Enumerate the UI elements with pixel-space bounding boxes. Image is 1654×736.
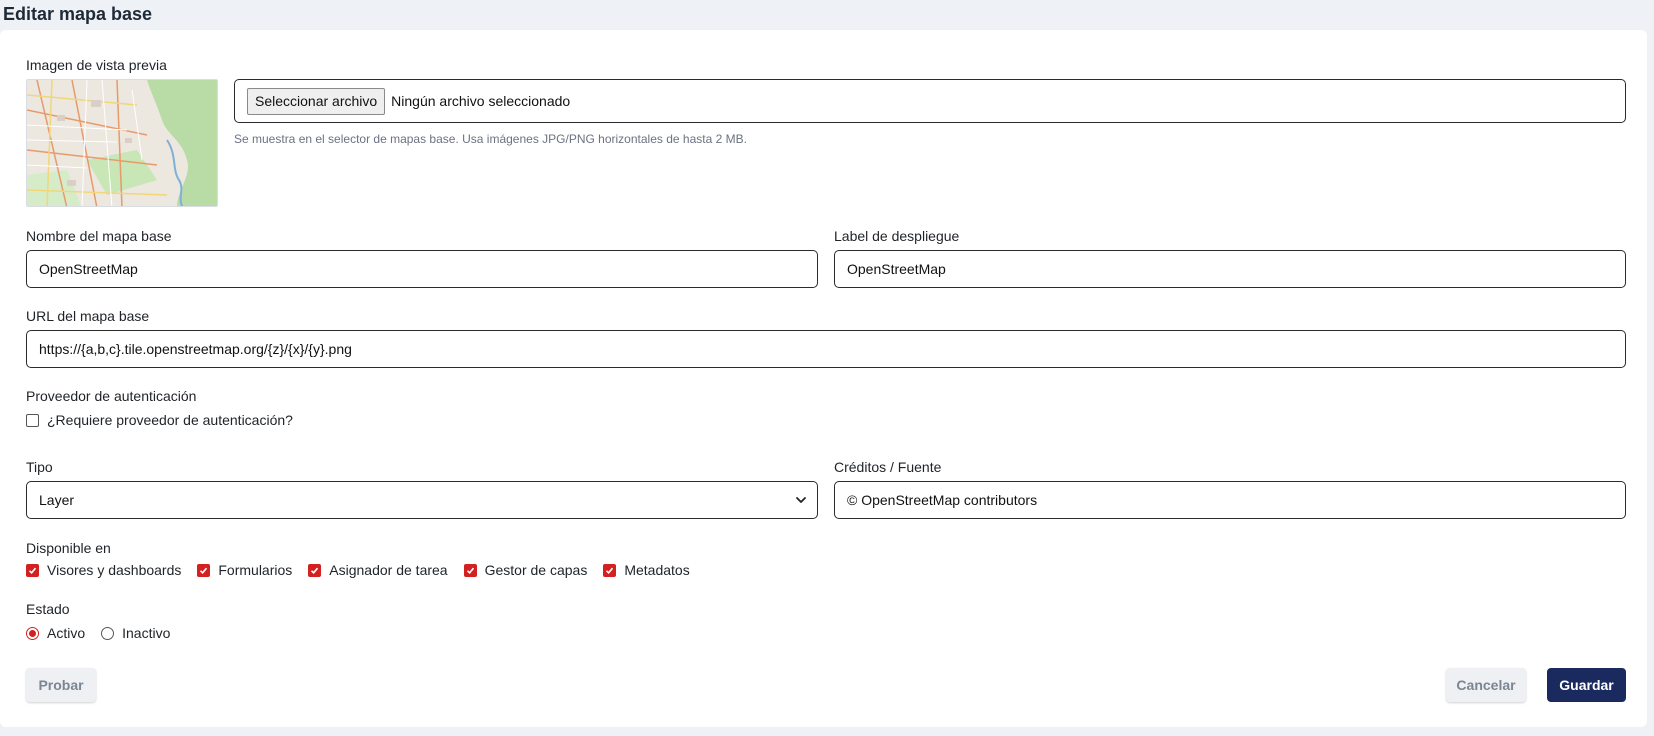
available-option-task-assigner[interactable]: Asignador de tarea — [308, 562, 448, 578]
credits-input[interactable]: © OpenStreetMap contributors — [834, 481, 1626, 519]
test-button[interactable]: Probar — [26, 668, 96, 702]
status-options: Activo Inactivo — [26, 625, 186, 641]
auth-checkbox-label: ¿Requiere proveedor de autenticación? — [47, 412, 293, 428]
status-option-label: Activo — [47, 625, 86, 641]
url-label: URL del mapa base — [26, 308, 150, 324]
check-icon[interactable] — [603, 563, 617, 577]
check-icon[interactable] — [463, 563, 477, 577]
url-input[interactable]: https://{a,b,c}.tile.openstreetmap.org/{… — [26, 330, 1626, 368]
credits-label: Créditos / Fuente — [834, 459, 942, 475]
available-option-layer-manager[interactable]: Gestor de capas — [463, 562, 588, 578]
chevron-down-icon — [796, 497, 806, 503]
select-file-button[interactable]: Seleccionar archivo — [247, 87, 386, 115]
file-input[interactable]: Seleccionar archivo Ningún archivo selec… — [234, 79, 1626, 123]
available-label: Disponible en — [26, 540, 111, 556]
cancel-button[interactable]: Cancelar — [1446, 668, 1526, 702]
page-title: Editar mapa base — [3, 4, 153, 24]
available-option-label: Formularios — [218, 562, 293, 578]
check-icon[interactable] — [308, 563, 322, 577]
auth-label: Proveedor de autenticación — [26, 388, 197, 404]
available-option-label: Visores y dashboards — [47, 562, 182, 578]
status-option-label: Inactivo — [122, 625, 171, 641]
type-select[interactable]: Layer — [26, 481, 818, 519]
check-icon[interactable] — [26, 563, 39, 577]
preview-help-text: Se muestra en el selector de mapas base.… — [234, 132, 747, 146]
preview-image — [26, 79, 218, 207]
available-option-metadata[interactable]: Metadatos — [603, 562, 690, 578]
status-radio-inactive[interactable] — [101, 626, 115, 640]
display-label-input[interactable]: OpenStreetMap — [834, 250, 1626, 288]
available-option-viewers[interactable]: Visores y dashboards — [26, 562, 181, 578]
save-button[interactable]: Guardar — [1547, 668, 1626, 702]
name-label: Nombre del mapa base — [26, 228, 172, 244]
check-icon[interactable] — [197, 563, 211, 577]
preview-label: Imagen de vista previa — [26, 57, 167, 73]
status-option-active[interactable]: Activo — [26, 625, 85, 641]
status-option-inactive[interactable]: Inactivo — [101, 625, 170, 641]
available-options: Visores y dashboards Formularios Asignad… — [26, 562, 706, 578]
auth-checkbox-row[interactable]: ¿Requiere proveedor de autenticación? — [26, 412, 293, 428]
display-label-label: Label de despliegue — [834, 228, 960, 244]
available-option-label: Gestor de capas — [484, 562, 588, 578]
available-option-label: Asignador de tarea — [329, 562, 448, 578]
type-select-value: Layer — [39, 492, 75, 508]
file-status-text: Ningún archivo seleccionado — [391, 93, 571, 109]
auth-checkbox[interactable] — [26, 413, 39, 427]
status-radio-active[interactable] — [26, 626, 39, 640]
status-label: Estado — [26, 601, 70, 617]
available-option-forms[interactable]: Formularios — [197, 562, 292, 578]
available-option-label: Metadatos — [624, 562, 690, 578]
type-label: Tipo — [26, 459, 53, 475]
name-input[interactable]: OpenStreetMap — [26, 250, 818, 288]
